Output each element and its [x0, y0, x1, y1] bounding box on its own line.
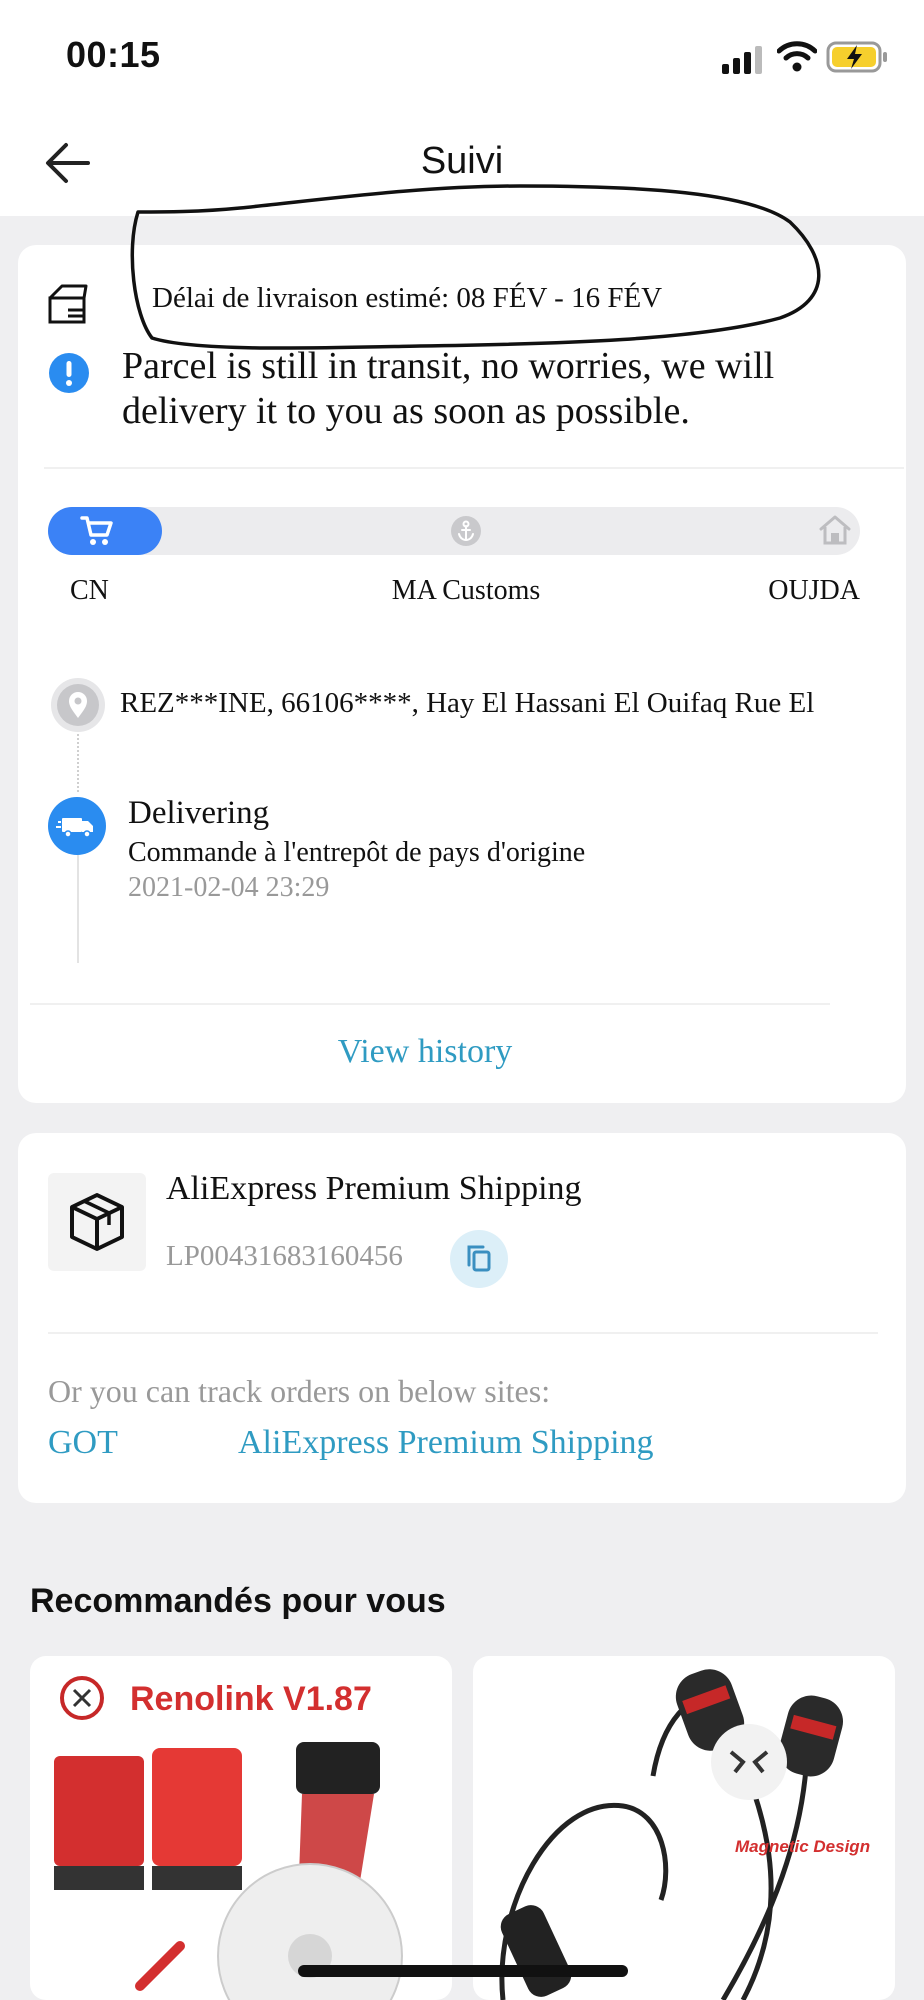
timeline-dotted-line — [77, 730, 79, 792]
wifi-icon — [777, 41, 817, 72]
divider — [48, 1332, 878, 1334]
package-icon — [70, 1193, 124, 1251]
transit-notice: Parcel is still in transit, no worries, … — [122, 345, 775, 432]
divider — [30, 1003, 830, 1005]
customs-anchor-icon — [451, 516, 481, 546]
product-image-text: Renolink V1.87 — [130, 1680, 372, 1718]
battery-charging-icon — [826, 41, 887, 73]
product-image-renolink: Renolink V1.87 — [54, 1676, 403, 2000]
track-sites-hint: Or you can track orders on below sites: — [48, 1373, 551, 1409]
product-image-text: Magnetic Design — [735, 1837, 870, 1856]
info-alert-icon — [49, 353, 89, 393]
delivery-address: REZ***INE, 66106****, Hay El Hassani El … — [120, 687, 815, 719]
stage-destination: OUJDA — [768, 575, 860, 606]
cellular-signal-icon — [722, 46, 762, 74]
track-site-premium-link[interactable]: AliExpress Premium Shipping — [238, 1424, 654, 1462]
copy-icon — [467, 1245, 491, 1272]
view-history-link[interactable]: View history — [0, 1033, 850, 1071]
page-title: Suivi — [420, 140, 504, 182]
track-site-got-link[interactable]: GOT — [48, 1424, 118, 1462]
delivery-truck-icon — [48, 797, 106, 855]
carrier-name: AliExpress Premium Shipping — [166, 1170, 582, 1207]
parcel-box-icon — [48, 284, 88, 324]
product-card[interactable]: Renolink V1.87 — [30, 1656, 452, 2000]
package-icon-tile — [48, 1173, 146, 1271]
copy-tracking-button[interactable] — [450, 1230, 508, 1288]
cart-icon — [80, 516, 113, 545]
timeline-line — [77, 848, 79, 963]
event-description: Commande à l'entrepôt de pays d'origine — [128, 837, 586, 868]
divider — [44, 467, 904, 469]
tracking-number: LP00431683160456 — [166, 1240, 403, 1272]
home-indicator — [298, 1965, 628, 1977]
location-pin-icon — [51, 678, 105, 732]
home-destination-icon — [819, 515, 851, 545]
estimated-delivery: Délai de livraison estimé: 08 FÉV - 16 F… — [152, 282, 663, 314]
event-status: Delivering — [128, 795, 270, 831]
product-card[interactable]: Magnetic Design — [473, 1656, 895, 2000]
product-image-earphones: Magnetic Design — [499, 1669, 870, 2000]
recommendations-title: Recommandés pour vous — [30, 1582, 446, 1620]
status-time: 00:15 — [66, 34, 161, 75]
event-timestamp: 2021-02-04 23:29 — [128, 872, 330, 903]
